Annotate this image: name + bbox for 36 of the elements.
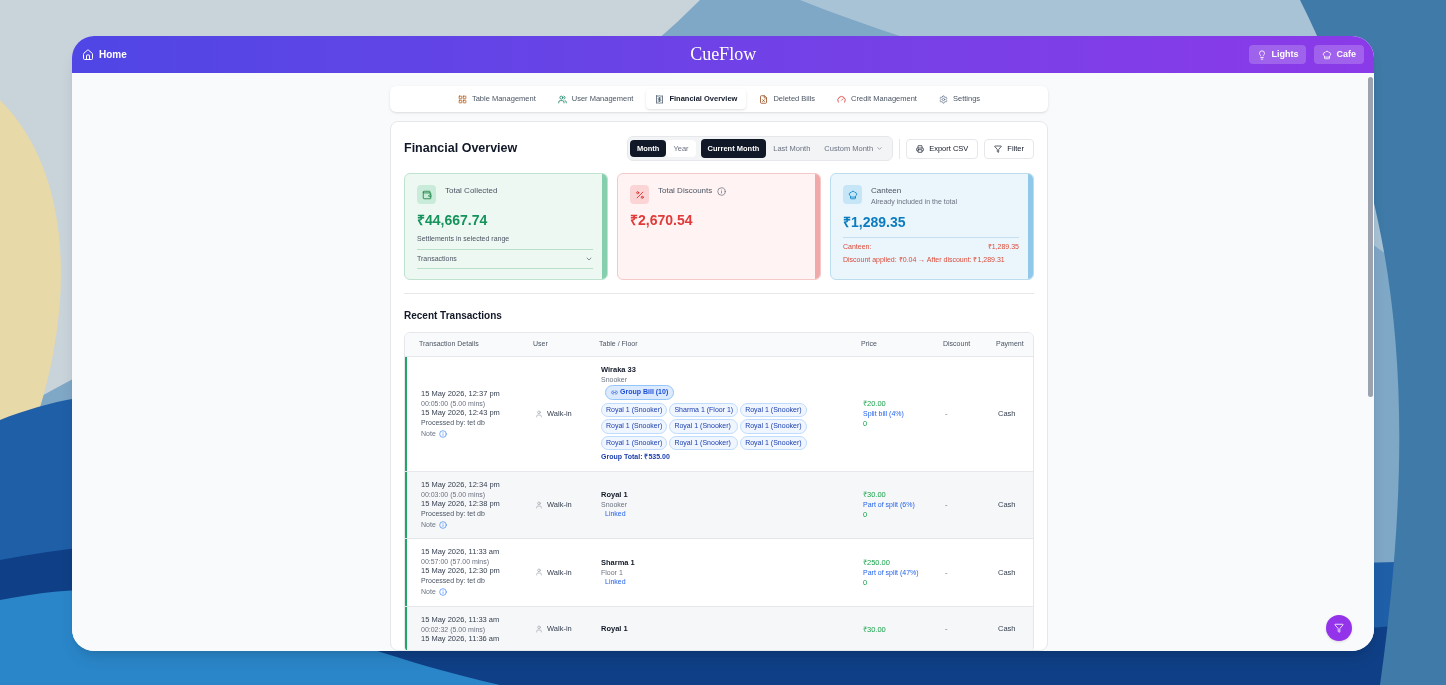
card-amount: ₹2,670.54: [630, 211, 694, 230]
page-title: Financial Overview: [404, 140, 518, 158]
card-title: Total Discounts: [658, 185, 713, 197]
printer-icon: [916, 144, 925, 153]
info-icon[interactable]: [438, 429, 447, 438]
receipt-icon: [655, 94, 665, 104]
section-title: Recent Transactions: [404, 309, 503, 323]
percent-icon: [630, 185, 649, 204]
user-icon: [535, 409, 543, 418]
card-amount: ₹44,667.74: [417, 211, 489, 230]
user-icon: [535, 625, 543, 633]
filter-icon: [1334, 623, 1344, 633]
scrollbar-thumb[interactable]: [1367, 77, 1373, 397]
chef-hat-icon: [1322, 49, 1333, 60]
card-title: Total Collected: [445, 185, 498, 197]
lights-button[interactable]: Lights: [1249, 45, 1307, 64]
card-title: Canteen: [871, 185, 902, 197]
home-icon: [82, 48, 94, 61]
user-icon: [535, 568, 543, 577]
home-link[interactable]: Home: [82, 47, 127, 62]
gear-icon: [938, 94, 948, 104]
info-icon[interactable]: [438, 588, 447, 597]
chef-hat-icon: [843, 185, 862, 204]
user-icon: [535, 500, 543, 509]
gauge-icon: [837, 94, 847, 104]
grid-icon: [457, 94, 467, 104]
card-amount: ₹1,289.35: [843, 213, 907, 232]
lightbulb-icon: [1257, 49, 1268, 60]
document-icon: [759, 94, 769, 104]
cafe-button[interactable]: Cafe: [1314, 45, 1364, 64]
logo: CueFlow: [690, 43, 757, 66]
filter-icon: [994, 144, 1003, 153]
users-icon: [557, 94, 567, 104]
wallet-icon: [417, 185, 436, 204]
link-icon: [611, 388, 618, 396]
info-icon[interactable]: [438, 520, 447, 529]
